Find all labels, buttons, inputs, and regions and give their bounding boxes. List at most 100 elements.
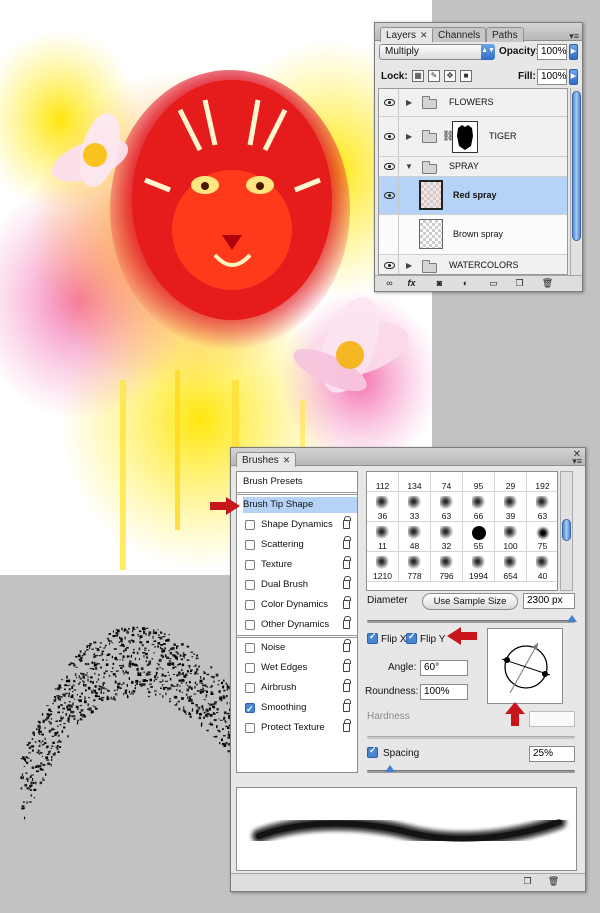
brush-tip-cell[interactable]: 134	[399, 472, 431, 492]
angle-roundness-preview[interactable]	[487, 628, 563, 704]
link-icon[interactable]: ∞	[383, 278, 396, 289]
brush-presets-item[interactable]: Brush Presets	[243, 474, 357, 490]
brush-tip-cell[interactable]: 39	[495, 492, 527, 522]
brush-option-wet-edges[interactable]: Wet Edges	[240, 659, 354, 676]
brush-option-shape-dynamics[interactable]: Shape Dynamics	[240, 516, 354, 533]
brush-grid-scrollbar[interactable]	[560, 471, 573, 591]
eye-icon[interactable]	[384, 133, 395, 140]
brush-tip-cell[interactable]: 796	[431, 552, 463, 582]
fill-input[interactable]: 100%	[537, 69, 567, 85]
option-checkbox[interactable]	[245, 600, 255, 610]
brush-tip-cell[interactable]: 36	[367, 492, 399, 522]
option-checkbox[interactable]	[245, 520, 255, 530]
new-layer-icon[interactable]: ❐	[513, 278, 526, 289]
brush-option-protect-texture[interactable]: Protect Texture	[240, 719, 354, 736]
brush-option-texture[interactable]: Texture	[240, 556, 354, 573]
flip-y-checkbox[interactable]	[406, 631, 417, 644]
spacing-input[interactable]: 25%	[529, 746, 575, 762]
close-tab-icon[interactable]: ✕	[283, 455, 291, 465]
brush-tip-cell[interactable]: 63	[527, 492, 557, 522]
brush-option-airbrush[interactable]: Airbrush	[240, 679, 354, 696]
brush-option-smoothing[interactable]: Smoothing	[240, 699, 354, 717]
brush-tip-cell[interactable]: 33	[399, 492, 431, 522]
tab-brushes[interactable]: Brushes ✕	[236, 452, 297, 467]
layer-row-tiger[interactable]: ▶ ⛓ TIGER	[379, 117, 567, 157]
brush-tip-cell[interactable]: 100	[495, 522, 527, 552]
flip-x-checkbox[interactable]	[367, 631, 378, 644]
trash-icon[interactable]: 🗑	[541, 278, 554, 289]
brush-tip-cell[interactable]: 778	[399, 552, 431, 582]
lock-icon[interactable]	[343, 556, 351, 569]
lock-icon[interactable]	[343, 639, 351, 652]
eye-icon[interactable]	[384, 99, 395, 106]
option-checkbox[interactable]	[245, 540, 255, 550]
lock-transparency-icon[interactable]: ▦	[412, 70, 424, 82]
expand-arrow-icon[interactable]: ▶	[406, 98, 412, 108]
brush-tip-cell[interactable]: 66	[463, 492, 495, 522]
option-checkbox[interactable]	[245, 580, 255, 590]
lock-icon[interactable]	[343, 659, 351, 672]
brush-tip-cell[interactable]: 192	[527, 472, 557, 492]
layer-row-red-spray[interactable]: Red spray	[379, 177, 567, 215]
spacing-checkbox[interactable]	[367, 745, 378, 758]
lock-icon[interactable]	[343, 596, 351, 609]
layer-thumbnail[interactable]	[419, 219, 443, 249]
layer-row-spray[interactable]: ▼ SPRAY	[379, 157, 567, 177]
lock-position-icon[interactable]: ✥	[444, 70, 456, 82]
brush-tip-cell[interactable]: 112	[367, 472, 399, 492]
opacity-arrow-icon[interactable]: ▶	[569, 44, 578, 60]
layer-row-flowers[interactable]: ▶ FLOWERS	[379, 89, 567, 117]
close-tab-icon[interactable]: ✕	[420, 30, 428, 40]
diameter-slider-track[interactable]	[367, 620, 575, 623]
tab-layers[interactable]: Layers ✕	[380, 27, 434, 42]
brush-tip-cell[interactable]: 74	[431, 472, 463, 492]
panel-menu-icon[interactable]: ▾≡	[572, 457, 582, 466]
spacing-slider-track[interactable]	[367, 770, 575, 773]
brush-option-other-dynamics[interactable]: Other Dynamics	[240, 616, 354, 633]
brush-option-color-dynamics[interactable]: Color Dynamics	[240, 596, 354, 613]
tab-channels[interactable]: Channels	[432, 27, 487, 42]
opacity-input[interactable]: 100%	[537, 44, 567, 60]
eye-icon[interactable]	[384, 163, 395, 170]
brush-tip-cell[interactable]: 75	[527, 522, 557, 552]
blend-mode-select[interactable]: Multiply ▲▼	[379, 44, 495, 60]
scrollbar-thumb[interactable]	[572, 91, 581, 241]
panel-menu-icon[interactable]: ▾≡	[569, 32, 579, 41]
eye-icon[interactable]	[384, 262, 395, 269]
lock-icon[interactable]	[343, 679, 351, 692]
brush-tip-cell[interactable]: 55	[463, 522, 495, 552]
option-checkbox[interactable]	[245, 701, 255, 717]
expand-arrow-icon[interactable]: ▶	[406, 261, 412, 271]
layer-row-brown-spray[interactable]: Brown spray	[379, 215, 567, 255]
trash-icon[interactable]: 🗑	[547, 876, 560, 887]
option-checkbox[interactable]	[245, 560, 255, 570]
layers-scrollbar[interactable]	[570, 88, 581, 275]
brush-tip-cell[interactable]: 1994	[463, 552, 495, 582]
option-checkbox[interactable]	[245, 663, 255, 673]
layer-thumbnail[interactable]	[419, 180, 443, 210]
lock-icon[interactable]	[343, 576, 351, 589]
layer-row-watercolors[interactable]: ▶ WATERCOLORS	[379, 255, 567, 274]
spacing-slider-knob[interactable]	[385, 765, 395, 772]
roundness-input[interactable]: 100%	[420, 684, 468, 700]
fx-icon[interactable]: fx	[405, 278, 418, 289]
option-checkbox[interactable]	[245, 643, 255, 653]
angle-input[interactable]: 60°	[420, 660, 468, 676]
brush-option-noise[interactable]: Noise	[240, 639, 354, 656]
use-sample-size-button[interactable]: Use Sample Size	[422, 593, 518, 610]
brush-tip-cell[interactable]: 63	[431, 492, 463, 522]
scrollbar-thumb[interactable]	[562, 519, 571, 541]
brush-tip-cell[interactable]: 48	[399, 522, 431, 552]
tab-paths[interactable]: Paths	[486, 27, 524, 42]
brush-tip-shape-item[interactable]: Brush Tip Shape	[243, 497, 357, 513]
hardness-slider-track[interactable]	[367, 736, 575, 739]
brush-tip-cell[interactable]: 40	[527, 552, 557, 582]
folder-icon[interactable]: ▭	[487, 278, 500, 289]
diameter-input[interactable]: 2300 px	[523, 593, 575, 609]
lock-icon[interactable]	[343, 699, 351, 712]
mask-thumbnail[interactable]	[452, 121, 478, 153]
fill-arrow-icon[interactable]: ▶	[569, 69, 578, 85]
brush-option-scattering[interactable]: Scattering	[240, 536, 354, 553]
brush-tip-cell[interactable]: 1210	[367, 552, 399, 582]
option-checkbox[interactable]	[245, 723, 255, 733]
